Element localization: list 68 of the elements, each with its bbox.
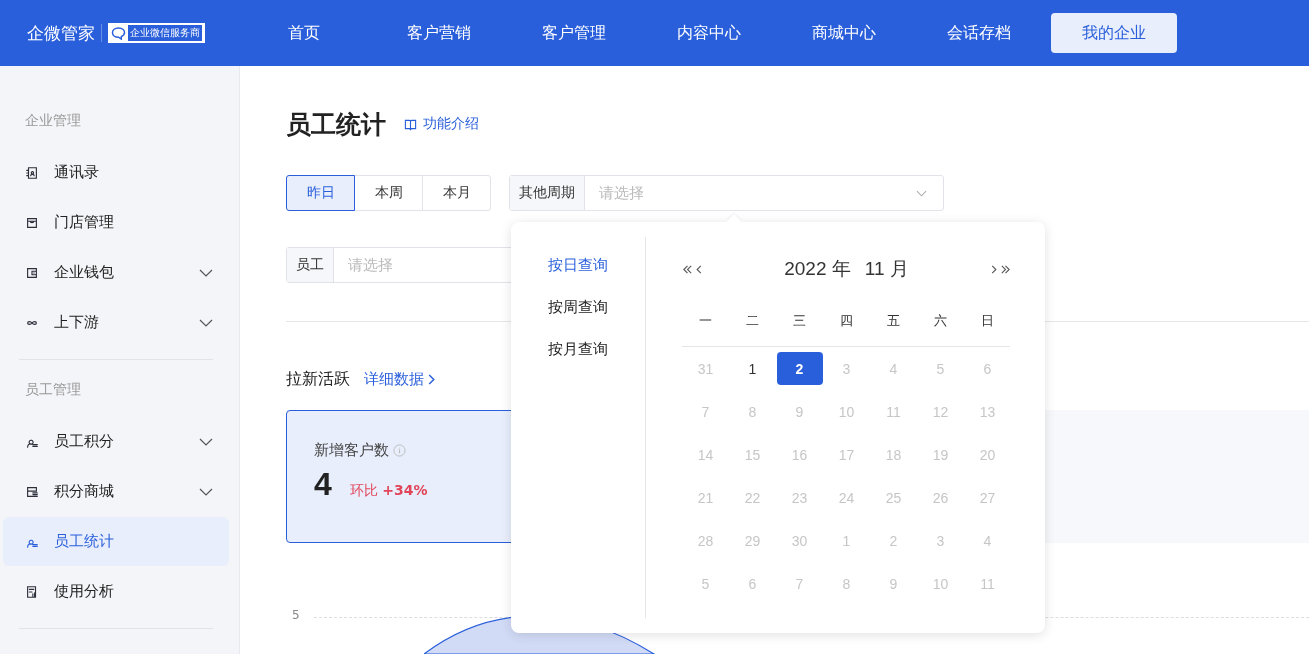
period-button[interactable]: 本月 <box>422 175 491 211</box>
nav-tab[interactable]: 客户管理 <box>511 13 637 53</box>
sidebar-item-label: 上下游 <box>54 313 100 332</box>
logo-text: 企微管家 <box>27 21 95 45</box>
sidebar-item-label: 通讯录 <box>54 163 100 182</box>
period-button[interactable]: 昨日 <box>286 175 355 211</box>
sidebar-section-title: 员工管理 <box>24 381 82 399</box>
query-mode-option[interactable]: 按周查询 <box>548 298 645 317</box>
help-link[interactable]: 功能介绍 <box>404 115 479 133</box>
nav-tab[interactable]: 我的企业 <box>1051 13 1177 53</box>
double-chevron-left-icon[interactable] <box>682 263 693 275</box>
double-chevron-right-icon[interactable] <box>1000 263 1011 275</box>
query-mode-option[interactable]: 按月查询 <box>548 340 645 359</box>
report-icon <box>25 584 39 599</box>
change-text: 环比 +34% <box>349 482 428 500</box>
weekday-label: 二 <box>745 312 760 330</box>
sidebar-item-label: 企业钱包 <box>54 263 115 282</box>
nav-tab[interactable]: 会话存档 <box>916 13 1042 53</box>
weekday-label: 四 <box>839 312 854 330</box>
month-label[interactable]: 11 月 <box>864 256 909 282</box>
sidebar-item-label: 积分商城 <box>54 482 115 501</box>
info-icon <box>393 444 406 457</box>
query-mode-option[interactable]: 按日查询 <box>548 256 645 275</box>
detail-link[interactable]: 详细数据 <box>364 370 435 389</box>
calendar-day[interactable]: 1 <box>729 352 776 385</box>
section-title: 拉新活跃 <box>286 369 350 390</box>
card-label: 新增客户数 <box>314 441 389 460</box>
contacts-icon <box>25 165 39 180</box>
weekday-label: 三 <box>792 312 807 330</box>
field-label: 员工 <box>287 248 334 282</box>
weekday-label: 一 <box>698 312 713 330</box>
sidebar-item[interactable]: 员工统计 <box>3 517 229 566</box>
period-select[interactable]: 其他周期 请选择 <box>509 175 944 211</box>
chevron-left-icon[interactable] <box>695 263 702 275</box>
select-input[interactable]: 请选择 <box>585 183 916 203</box>
chevron-right-icon <box>428 374 435 385</box>
period-button[interactable]: 本周 <box>354 175 423 211</box>
sidebar-item[interactable]: 上下游 <box>3 298 229 347</box>
sidebar-item-label: 员工积分 <box>54 432 115 451</box>
nav-tab[interactable]: 内容中心 <box>646 13 772 53</box>
sidebar-item[interactable]: 积分商城 <box>3 467 229 516</box>
field-label: 其他周期 <box>510 176 585 210</box>
weekday-label: 五 <box>886 312 901 330</box>
calendar-day[interactable]: 2 <box>776 352 823 385</box>
year-label[interactable]: 2022 年 <box>784 256 851 282</box>
weekday-label: 日 <box>980 312 995 330</box>
sidebar-item[interactable]: 通讯录 <box>3 148 229 197</box>
sidebar-item-label: 员工统计 <box>54 532 115 551</box>
card-value: 4 <box>314 466 332 503</box>
chevron-right-icon[interactable] <box>991 263 998 275</box>
nav-tab[interactable]: 首页 <box>241 13 367 53</box>
sidebar-section-title: 企业管理 <box>24 112 82 130</box>
axis-tick-label: 5 <box>292 608 300 622</box>
badge-text: 企业微信服务商 <box>128 25 202 41</box>
sidebar-item[interactable]: 门店管理 <box>3 198 229 247</box>
sidebar-item-label: 使用分析 <box>54 582 115 601</box>
nav-tab[interactable]: 客户营销 <box>376 13 502 53</box>
page-title: 员工统计 <box>286 108 386 141</box>
chevron-down-icon <box>916 189 927 197</box>
sidebar-item[interactable]: 使用分析 <box>3 567 229 616</box>
wallet-icon <box>25 265 39 280</box>
sidebar-item[interactable]: 企业钱包 <box>3 248 229 297</box>
sidebar-item-label: 门店管理 <box>54 213 115 232</box>
sidebar-item[interactable]: 员工积分 <box>3 417 229 466</box>
nav-tab[interactable]: 商城中心 <box>781 13 907 53</box>
weekday-label: 六 <box>933 312 948 330</box>
book-icon <box>404 117 417 131</box>
chat-bubble-icon <box>111 26 126 40</box>
